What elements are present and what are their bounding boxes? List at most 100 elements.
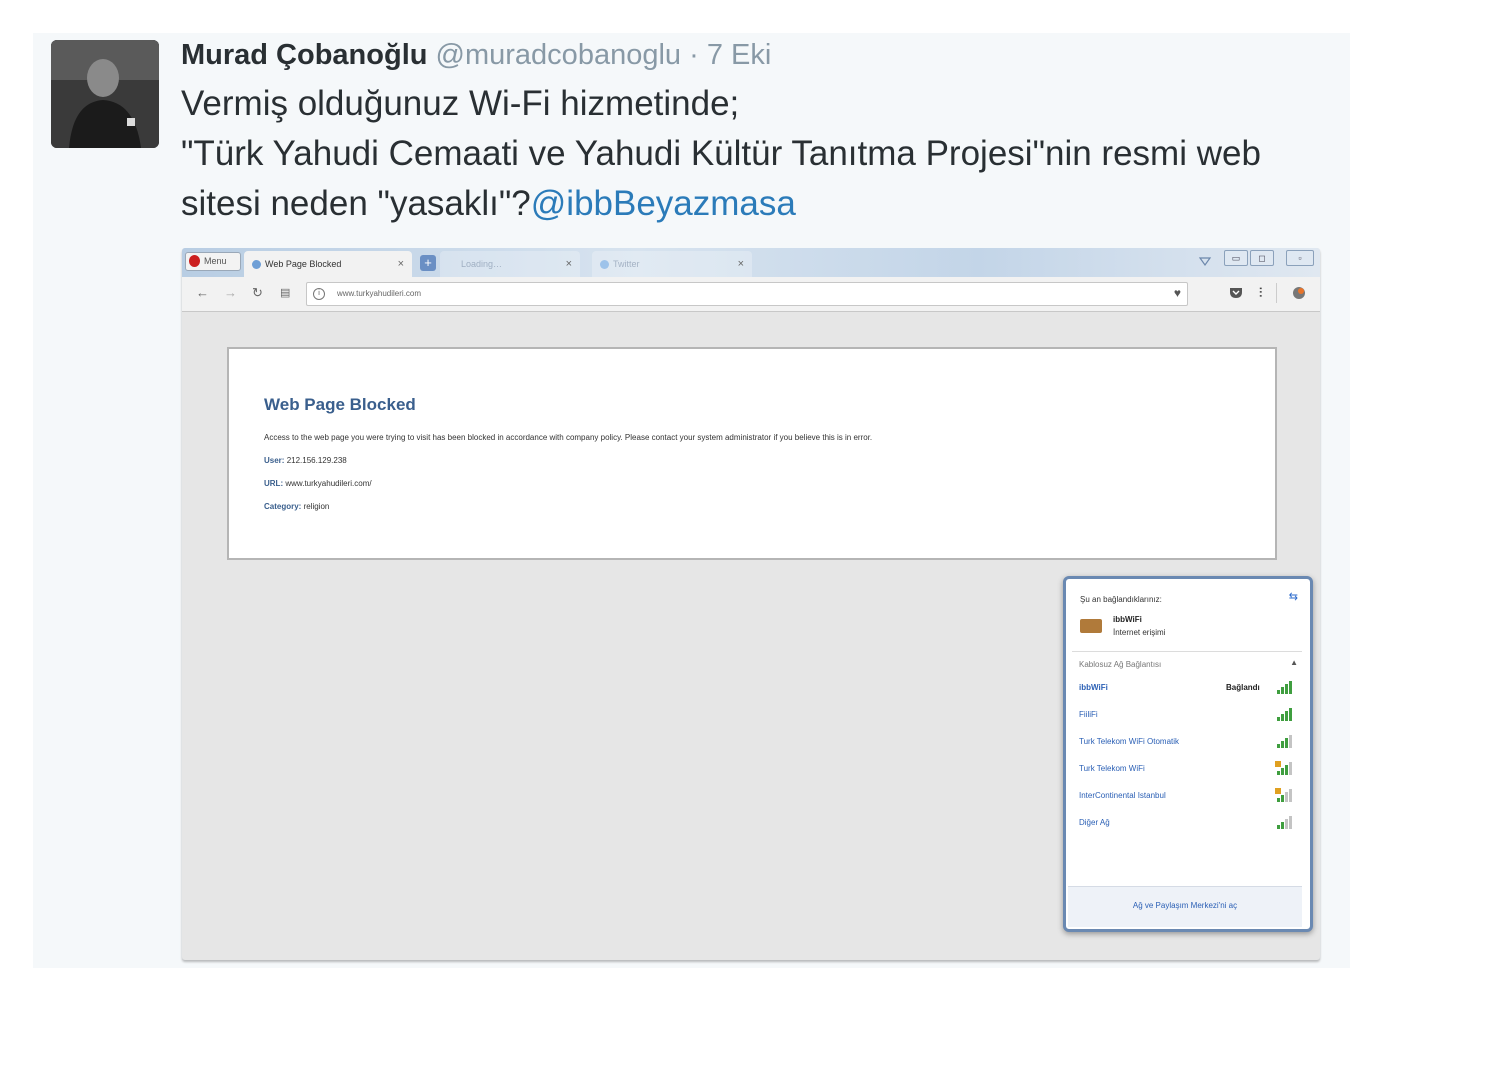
tab-title: Twitter — [613, 259, 640, 269]
tweet-header: Murad Çobanoğlu @muradcobanoglu · 7 Eki — [181, 37, 771, 73]
collapse-chevron-icon[interactable]: ▲ — [1290, 658, 1298, 667]
maximize-button[interactable]: ◻ — [1250, 250, 1274, 266]
close-window-button[interactable]: ▫ — [1286, 250, 1314, 266]
wifi-network-item[interactable]: FiiliFi — [1079, 710, 1098, 719]
mention-link[interactable]: @ibbBeyazmasa — [531, 184, 796, 223]
tab-background-2[interactable]: Twitter × — [592, 251, 752, 277]
signal-bar — [1289, 708, 1292, 721]
signal-bar — [1289, 816, 1292, 829]
blocked-url-row: URL: www.turkyahudileri.com/ — [264, 479, 372, 488]
blocked-category-row: Category: religion — [264, 502, 329, 511]
signal-bar — [1285, 738, 1288, 748]
signal-bar — [1285, 711, 1288, 721]
category-label: Category: — [264, 502, 302, 511]
info-icon[interactable]: i — [313, 288, 325, 300]
wifi-signal-icon — [1277, 816, 1292, 829]
signal-bar — [1277, 717, 1280, 721]
tweet-text-line2: "Türk Yahudi Cemaati ve Yahudi Kültür Ta… — [181, 129, 1331, 229]
signal-bar — [1285, 684, 1288, 694]
wifi-network-item[interactable]: ibbWiFi — [1079, 683, 1108, 692]
signal-bar — [1277, 690, 1280, 694]
signal-bar — [1277, 825, 1280, 829]
avatar[interactable] — [51, 40, 159, 148]
wifi-network-status: Bağlandı — [1226, 683, 1260, 692]
signal-bar — [1289, 789, 1292, 802]
wifi-network-item[interactable]: InterContinental Istanbul — [1079, 791, 1166, 800]
wifi-section-label: Kablosuz Ağ Bağlantısı — [1079, 660, 1162, 669]
browser-toolbar: ← → ↻ ▤ i www.turkyahudileri.com ♥ ⫶ — [182, 277, 1320, 312]
twitter-icon — [600, 260, 609, 269]
extension-icon[interactable] — [1292, 286, 1306, 300]
secured-shield-icon — [1275, 788, 1281, 794]
wifi-networks-popup: Şu an bağlandıklarınız: ⇆ ibbWiFi İntern… — [1063, 576, 1313, 932]
category-value: religion — [303, 502, 330, 511]
signal-bar — [1289, 762, 1292, 775]
new-tab-button[interactable]: + — [420, 255, 436, 271]
heart-icon[interactable]: ♥ — [1174, 286, 1181, 300]
date-separator: · — [681, 39, 707, 71]
wifi-popup-heading: Şu an bağlandıklarınız: — [1080, 595, 1162, 604]
close-tab-icon[interactable]: × — [398, 251, 404, 277]
attached-screenshot[interactable]: Menu Web Page Blocked × + Loading… × Twi… — [182, 248, 1320, 960]
pocket-icon[interactable] — [1229, 287, 1243, 299]
address-url: www.turkyahudileri.com — [337, 289, 422, 298]
network-bench-icon — [1080, 619, 1102, 633]
wifi-signal-icon — [1277, 735, 1292, 748]
signal-bar — [1281, 795, 1284, 802]
wifi-network-item[interactable]: Diğer Ağ — [1079, 818, 1110, 827]
tweet-card[interactable]: Murad Çobanoğlu @muradcobanoglu · 7 Eki … — [33, 33, 1350, 968]
wifi-signal-icon — [1275, 761, 1292, 775]
signal-bar — [1289, 735, 1292, 748]
signal-bar — [1289, 681, 1292, 694]
tab-web-page-blocked[interactable]: Web Page Blocked × — [244, 251, 412, 277]
network-sharing-center-link[interactable]: Ağ ve Paylaşım Merkezi'ni aç — [1068, 901, 1302, 910]
tab-list-icon[interactable] — [1198, 255, 1212, 267]
user-value: 212.156.129.238 — [286, 456, 347, 465]
reload-icon[interactable]: ↻ — [252, 285, 263, 301]
wifi-divider — [1072, 651, 1302, 652]
secured-shield-icon — [1275, 761, 1281, 767]
url-label: URL: — [264, 479, 284, 488]
signal-bar — [1277, 744, 1280, 748]
connected-network-name: ibbWiFi — [1113, 615, 1142, 624]
address-bar[interactable]: i www.turkyahudileri.com ♥ — [306, 282, 1188, 306]
wifi-signal-icon — [1277, 681, 1292, 694]
signal-bar — [1281, 768, 1284, 775]
speed-dial-icon[interactable]: ▤ — [280, 285, 290, 301]
downloads-icon[interactable]: ⫶ — [1259, 285, 1262, 301]
close-tab-icon[interactable]: × — [738, 251, 744, 277]
wifi-signal-icon — [1275, 788, 1292, 802]
refresh-icon[interactable]: ⇆ — [1289, 590, 1298, 603]
blocked-page-title: Web Page Blocked — [264, 395, 416, 414]
signal-bar — [1285, 765, 1288, 775]
close-tab-icon[interactable]: × — [566, 251, 572, 277]
tweet-date[interactable]: 7 Eki — [707, 39, 771, 71]
signal-bar — [1281, 822, 1284, 829]
tweet-text: Vermiş olduğunuz Wi-Fi hizmetinde; "Türk… — [181, 79, 1331, 229]
user-label: User: — [264, 456, 285, 465]
tab-title: Loading… — [461, 259, 503, 269]
signal-bar — [1285, 792, 1288, 802]
menu-label: Menu — [204, 256, 227, 266]
wifi-network-item[interactable]: Turk Telekom WiFi — [1079, 764, 1145, 773]
browser-menu-button[interactable]: Menu — [185, 252, 241, 271]
globe-icon — [252, 260, 261, 269]
avatar-photo — [51, 40, 159, 148]
signal-bar — [1277, 798, 1280, 802]
signal-bar — [1277, 771, 1280, 775]
signal-bar — [1281, 714, 1284, 721]
back-arrow-icon[interactable]: ← — [196, 285, 209, 301]
blocked-user-row: User: 212.156.129.238 — [264, 456, 347, 465]
opera-logo-icon — [189, 255, 200, 267]
wifi-popup-footer: Ağ ve Paylaşım Merkezi'ni aç — [1068, 886, 1302, 927]
signal-bar — [1281, 687, 1284, 694]
tab-background-1[interactable]: Loading… × — [440, 251, 580, 277]
url-value: www.turkyahudileri.com/ — [285, 479, 372, 488]
wifi-network-item[interactable]: Turk Telekom WiFi Otomatik — [1079, 737, 1179, 746]
forward-arrow-icon[interactable]: → — [224, 285, 237, 301]
author-name[interactable]: Murad Çobanoğlu — [181, 39, 427, 71]
minimize-button[interactable]: ▭ — [1224, 250, 1248, 266]
tab-title: Web Page Blocked — [265, 259, 342, 269]
author-handle[interactable]: @muradcobanoglu — [436, 39, 681, 71]
signal-bar — [1285, 819, 1288, 829]
